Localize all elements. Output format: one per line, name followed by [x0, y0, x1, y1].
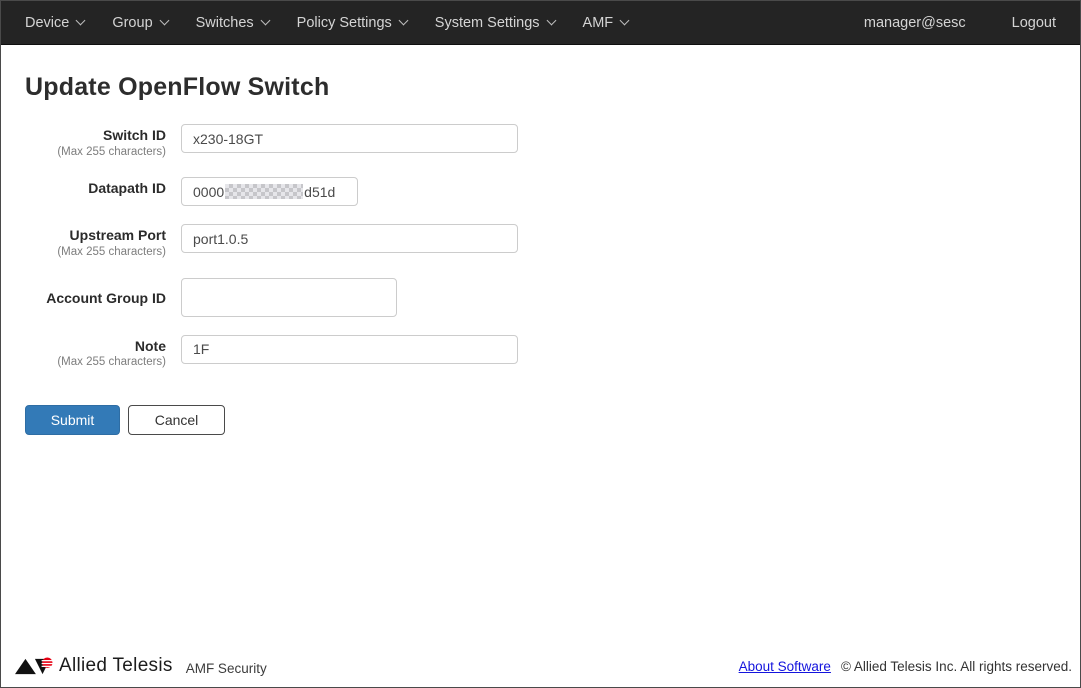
account-group-id-input[interactable] — [181, 277, 397, 317]
chevron-down-icon — [398, 15, 409, 26]
brand-name: Allied Telesis — [59, 655, 173, 676]
switch-id-label: Switch ID — [102, 127, 166, 143]
datapath-id-input[interactable]: 0000 d51d — [181, 177, 358, 207]
chevron-down-icon — [159, 15, 170, 26]
upstream-port-label: Upstream Port — [69, 227, 166, 244]
logged-in-user: manager@sesc — [863, 14, 966, 31]
note-label: Note — [134, 337, 166, 354]
upstream-port-input[interactable] — [181, 224, 518, 254]
datapath-id-value-prefix: 0000 — [193, 183, 225, 200]
nav-item-label: Group — [112, 14, 153, 31]
nav-item-group[interactable]: Group — [112, 14, 170, 31]
page-footer: Allied Telesis AMF Security About Softwa… — [1, 651, 1080, 687]
chevron-down-icon — [619, 15, 630, 26]
form-actions: Submit Cancel — [25, 405, 1056, 436]
account-group-id-label: Account Group ID — [46, 289, 166, 306]
nav-item-policy-settings[interactable]: Policy Settings — [296, 14, 409, 31]
redacted-pixelation-block — [225, 184, 304, 200]
switch-id-hint: (Max 255 characters) — [57, 145, 166, 158]
label-column: Upstream Port (Max 255 characters) — [25, 224, 166, 259]
switch-id-input[interactable] — [181, 124, 518, 153]
label-column: Note (Max 255 characters) — [25, 335, 166, 370]
nav-item-device[interactable]: Device — [25, 14, 86, 31]
page-title: Update OpenFlow Switch — [25, 73, 330, 101]
copyright-text: © Allied Telesis Inc. All rights reserve… — [840, 658, 1072, 674]
note-input[interactable] — [181, 334, 518, 364]
cancel-button[interactable]: Cancel — [128, 405, 225, 436]
nav-right: manager@sesc Logout — [864, 15, 1056, 31]
about-software-link[interactable]: About Software — [739, 659, 831, 674]
update-switch-form: Switch ID (Max 255 characters) Datapath … — [25, 124, 1056, 436]
form-row-account-group-id: Account Group ID — [25, 277, 1056, 317]
label-column: Switch ID (Max 255 characters) — [25, 124, 166, 159]
nav-item-amf[interactable]: AMF — [582, 14, 630, 31]
top-navbar: Device Group Switches Policy Settings Sy… — [1, 1, 1080, 45]
nav-menu: Device Group Switches Policy Settings Sy… — [25, 15, 864, 31]
nav-item-label: Policy Settings — [296, 14, 392, 31]
app-window: Device Group Switches Policy Settings Sy… — [0, 0, 1081, 688]
nav-item-label: Device — [25, 14, 70, 31]
logout-button[interactable]: Logout — [1012, 15, 1056, 31]
allied-telesis-logo — [15, 656, 53, 674]
nav-item-label: Switches — [195, 14, 254, 31]
note-hint: (Max 255 characters) — [57, 356, 166, 369]
main-content: Update OpenFlow Switch Switch ID (Max 25… — [1, 45, 1080, 436]
product-name: AMF Security — [185, 660, 267, 676]
nav-item-switches[interactable]: Switches — [195, 14, 271, 31]
form-row-datapath-id: Datapath ID 0000 d51d — [25, 177, 1056, 207]
chevron-down-icon — [546, 15, 556, 26]
upstream-port-hint: (Max 255 characters) — [57, 245, 166, 258]
nav-item-label: AMF — [582, 14, 614, 31]
label-column: Datapath ID — [25, 177, 166, 198]
form-row-note: Note (Max 255 characters) — [25, 334, 1056, 370]
footer-legal: About Software © Allied Telesis Inc. All… — [739, 659, 1072, 674]
nav-item-system-settings[interactable]: System Settings — [434, 14, 556, 31]
chevron-down-icon — [260, 15, 271, 26]
form-row-upstream-port: Upstream Port (Max 255 characters) — [25, 224, 1056, 259]
nav-item-label: System Settings — [434, 14, 540, 31]
form-row-switch-id: Switch ID (Max 255 characters) — [25, 124, 1056, 159]
footer-brand: Allied Telesis AMF Security — [15, 655, 739, 677]
datapath-id-value-suffix: d51d — [304, 183, 336, 200]
datapath-id-label: Datapath ID — [88, 180, 166, 197]
label-column: Account Group ID — [25, 278, 166, 308]
chevron-down-icon — [75, 15, 86, 26]
submit-button[interactable]: Submit — [25, 405, 120, 436]
